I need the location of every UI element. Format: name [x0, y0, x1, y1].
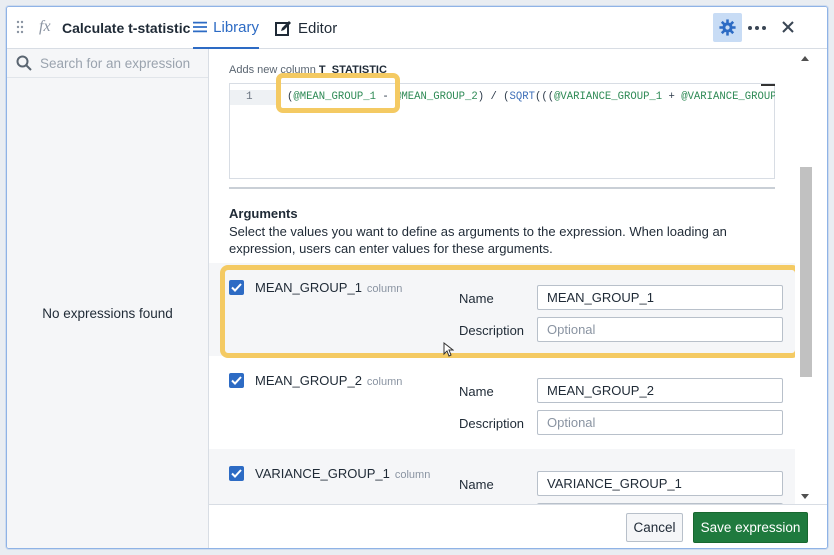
argument-name: VARIANCE_GROUP_1 column — [255, 466, 431, 481]
mouse-cursor-icon — [443, 341, 455, 362]
line-number: 1 — [230, 90, 276, 105]
argument-description-field[interactable] — [537, 410, 783, 435]
save-expression-button[interactable]: Save expression — [693, 512, 808, 543]
editor-gutter: 1 — [230, 84, 280, 178]
scrollbar-thumb[interactable] — [800, 167, 812, 377]
editor-scroll-marker — [761, 84, 775, 86]
code-variable: @MEAN_GROUP_2 — [395, 91, 478, 103]
tab-library[interactable]: Library — [193, 7, 259, 49]
library-panel: No expressions found — [7, 49, 209, 548]
name-label: Name — [459, 477, 494, 492]
editor-resize-divider[interactable] — [229, 187, 775, 189]
scroll-down-arrow-icon[interactable] — [801, 494, 809, 499]
search-icon — [16, 55, 32, 71]
more-options-button[interactable] — [746, 17, 768, 39]
dialog-header: fx Calculate t-statistic Library Editor — [7, 7, 827, 49]
search-bar — [7, 49, 208, 78]
checkmark-icon — [231, 376, 242, 385]
argument-checkbox[interactable] — [229, 466, 244, 481]
highlight-callout — [276, 73, 400, 113]
argument-name-field[interactable] — [537, 378, 783, 403]
argument-row: MEAN_GROUP_2column Name Description — [209, 356, 795, 449]
search-input[interactable] — [40, 55, 200, 71]
tab-editor-label: Editor — [298, 19, 338, 37]
description-label: Description — [459, 416, 525, 431]
argument-name: MEAN_GROUP_2 column — [255, 373, 403, 388]
code-function: SQRT — [509, 91, 535, 103]
more-icon — [748, 26, 766, 30]
arguments-description: Select the values you want to define as … — [229, 224, 727, 256]
argument-row: VARIANCE_GROUP_1column Name Description — [209, 449, 795, 504]
checkmark-icon — [231, 469, 242, 478]
gear-icon — [719, 19, 736, 36]
drag-handle-icon[interactable] — [16, 20, 26, 34]
argument-type: column — [366, 376, 403, 388]
edit-icon — [275, 20, 291, 36]
function-icon: fx — [39, 18, 51, 35]
panel-scrollbar[interactable] — [795, 49, 815, 504]
scroll-up-arrow-icon[interactable] — [801, 56, 809, 61]
close-icon — [782, 21, 794, 33]
highlight-callout — [220, 265, 800, 358]
calculate-expression-dialog: fx Calculate t-statistic Library Editor … — [6, 6, 828, 549]
arguments-heading: Arguments — [229, 206, 298, 221]
argument-name-field[interactable] — [537, 471, 783, 496]
empty-state-text: No expressions found — [42, 306, 173, 321]
tab-editor[interactable]: Editor — [275, 7, 347, 49]
list-icon — [193, 21, 208, 33]
tab-library-label: Library — [213, 18, 259, 36]
close-button[interactable] — [777, 16, 799, 38]
cancel-button[interactable]: Cancel — [626, 513, 683, 542]
argument-type: column — [394, 469, 431, 481]
settings-button[interactable] — [713, 13, 742, 42]
dialog-title: Calculate t-statistic — [62, 20, 191, 36]
dialog-footer: Cancel Save expression — [209, 504, 827, 548]
name-label: Name — [459, 384, 494, 399]
code-variable: @VARIANCE_GROUP_2 — [681, 91, 775, 103]
argument-checkbox[interactable] — [229, 373, 244, 388]
code-variable: @VARIANCE_GROUP_1 — [554, 91, 663, 103]
